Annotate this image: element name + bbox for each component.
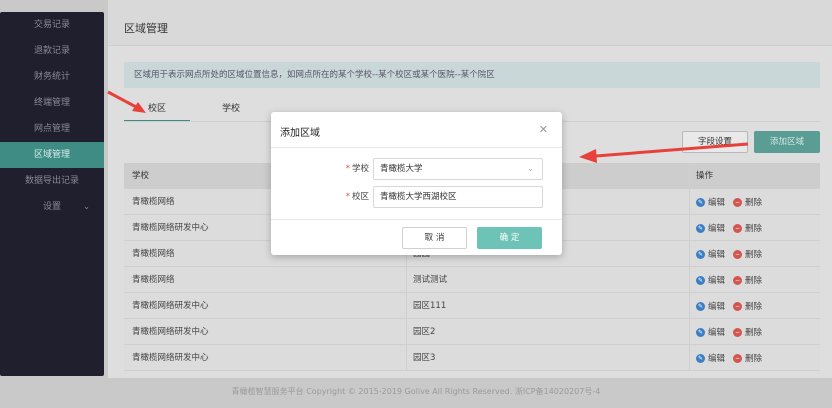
cell-actions: ✎ 编辑 − 删除 xyxy=(690,345,820,370)
sidebar-item-label: 数据导出记录 xyxy=(24,176,79,186)
delete-icon: − xyxy=(733,250,743,259)
cell-actions: ✎ 编辑 − 删除 xyxy=(690,215,820,240)
edit-action[interactable]: ✎ 编辑 xyxy=(696,216,725,241)
chevron-down-icon: ⌄ xyxy=(83,202,90,211)
delete-action[interactable]: − 删除 xyxy=(733,320,762,345)
tab-school[interactable]: 学校 xyxy=(198,98,264,120)
cell-campus: 园区111 xyxy=(407,293,690,318)
delete-action[interactable]: − 删除 xyxy=(733,268,762,293)
sidebar-item-label: 网点管理 xyxy=(33,124,70,134)
cell-school: 青橄榄网络研发中心 xyxy=(124,293,407,318)
sidebar-item-finance[interactable]: 财务统计 xyxy=(0,64,104,90)
cancel-button[interactable]: 取 消 xyxy=(402,227,467,249)
edit-icon: ✎ xyxy=(696,250,705,259)
dialog-footer: 取 消 确 定 xyxy=(271,219,562,255)
cell-actions: ✎ 编辑 − 删除 xyxy=(690,319,820,344)
delete-icon: − xyxy=(733,302,743,311)
sidebar-item-label: 退款记录 xyxy=(33,46,70,56)
edit-icon: ✎ xyxy=(696,198,705,207)
delete-icon: − xyxy=(733,276,743,285)
campus-form-row: * 校区 青橄榄大学西湖校区 xyxy=(271,186,562,208)
edit-icon: ✎ xyxy=(696,224,705,233)
edit-action[interactable]: ✎ 编辑 xyxy=(696,190,725,215)
required-mark: * xyxy=(345,192,350,202)
sidebar-item-terminals[interactable]: 终端管理 xyxy=(0,90,104,116)
campus-input-value: 青橄榄大学西湖校区 xyxy=(380,192,457,202)
dialog-header: 添加区域 ✕ xyxy=(271,112,562,148)
edit-icon: ✎ xyxy=(696,276,705,285)
page-title: 区域管理 xyxy=(108,0,832,46)
table-row: 青橄榄网络研发中心 园区111 ✎ 编辑 − 删除 xyxy=(124,293,820,319)
edit-icon: ✎ xyxy=(696,328,705,337)
chevron-down-icon: ⌄ xyxy=(527,164,534,173)
cell-school: 青橄榄网络 xyxy=(124,267,407,292)
add-area-button[interactable]: 添加区域 xyxy=(754,131,820,153)
sidebar-item-label: 交易记录 xyxy=(33,20,70,30)
cell-campus: 园区2 xyxy=(407,319,690,344)
edit-icon: ✎ xyxy=(696,302,705,311)
confirm-button[interactable]: 确 定 xyxy=(477,227,542,249)
cell-school: 青橄榄网络研发中心 xyxy=(124,319,407,344)
tab-campus[interactable]: 校区 xyxy=(124,98,190,120)
sidebar: 交易记录 退款记录 财务统计 终端管理 网点管理 区域管理 数据导出记录 设置 ⌄ xyxy=(0,12,104,376)
cell-school: 青橄榄网络研发中心 xyxy=(124,345,407,370)
delete-action[interactable]: − 删除 xyxy=(733,242,762,267)
delete-icon: − xyxy=(733,198,743,207)
cell-actions: ✎ 编辑 − 删除 xyxy=(690,293,820,318)
close-icon[interactable]: ✕ xyxy=(539,123,548,136)
edit-action[interactable]: ✎ 编辑 xyxy=(696,320,725,345)
edit-action[interactable]: ✎ 编辑 xyxy=(696,294,725,319)
sidebar-item-areas[interactable]: 区域管理 xyxy=(0,142,104,168)
required-mark: * xyxy=(345,164,350,174)
sidebar-item-label: 设置 xyxy=(42,202,61,212)
school-select-value: 青橄榄大学 xyxy=(380,164,423,174)
cell-campus: 测试测试 xyxy=(407,267,690,292)
sidebar-item-label: 财务统计 xyxy=(33,72,70,82)
school-select[interactable]: 青橄榄大学 ⌄ xyxy=(373,158,543,180)
edit-icon: ✎ xyxy=(696,354,705,363)
delete-action[interactable]: − 删除 xyxy=(733,216,762,241)
sidebar-item-refunds[interactable]: 退款记录 xyxy=(0,38,104,64)
delete-action[interactable]: − 删除 xyxy=(733,346,762,371)
cell-actions: ✎ 编辑 − 删除 xyxy=(690,189,820,214)
delete-icon: − xyxy=(733,224,743,233)
campus-field-label: * 校区 xyxy=(345,192,369,202)
table-row: 青橄榄网络 测试测试 ✎ 编辑 − 删除 xyxy=(124,267,820,293)
school-form-row: * 学校 青橄榄大学 ⌄ xyxy=(271,158,562,180)
sidebar-item-exports[interactable]: 数据导出记录 xyxy=(0,168,104,194)
sidebar-item-label: 终端管理 xyxy=(33,98,70,108)
table-row: 青橄榄网络研发中心 园区2 ✎ 编辑 − 删除 xyxy=(124,319,820,345)
cell-campus: 园区3 xyxy=(407,345,690,370)
sidebar-item-settings[interactable]: 设置 ⌄ xyxy=(0,194,104,220)
sidebar-item-outlets[interactable]: 网点管理 xyxy=(0,116,104,142)
cell-actions: ✎ 编辑 − 删除 xyxy=(690,267,820,292)
sidebar-item-transactions[interactable]: 交易记录 xyxy=(0,12,104,38)
cell-actions: ✎ 编辑 − 删除 xyxy=(690,241,820,266)
info-banner: 区域用于表示网点所处的区域位置信息，如网点所在的某个学校--某个校区或某个医院-… xyxy=(124,62,820,88)
delete-icon: − xyxy=(733,354,743,363)
edit-action[interactable]: ✎ 编辑 xyxy=(696,268,725,293)
dialog-title: 添加区域 xyxy=(280,128,320,139)
delete-action[interactable]: − 删除 xyxy=(733,294,762,319)
add-area-dialog: 添加区域 ✕ * 学校 青橄榄大学 ⌄ * 校区 青橄榄大学西湖校区 取 消 确 定 xyxy=(271,112,562,255)
table-row: 青橄榄网络研发中心 园区3 ✎ 编辑 − 删除 xyxy=(124,345,820,371)
delete-icon: − xyxy=(733,328,743,337)
footer: 青橄榄智慧服务平台 Copyright © 2015-2019 Golive A… xyxy=(231,387,601,396)
edit-action[interactable]: ✎ 编辑 xyxy=(696,242,725,267)
column-header-actions: 操作 xyxy=(696,171,714,181)
field-settings-button[interactable]: 字段设置 xyxy=(682,131,748,153)
edit-action[interactable]: ✎ 编辑 xyxy=(696,346,725,371)
campus-input[interactable]: 青橄榄大学西湖校区 xyxy=(373,186,543,208)
sidebar-item-label: 区域管理 xyxy=(33,150,70,160)
school-field-label: * 学校 xyxy=(345,164,369,174)
delete-action[interactable]: − 删除 xyxy=(733,190,762,215)
